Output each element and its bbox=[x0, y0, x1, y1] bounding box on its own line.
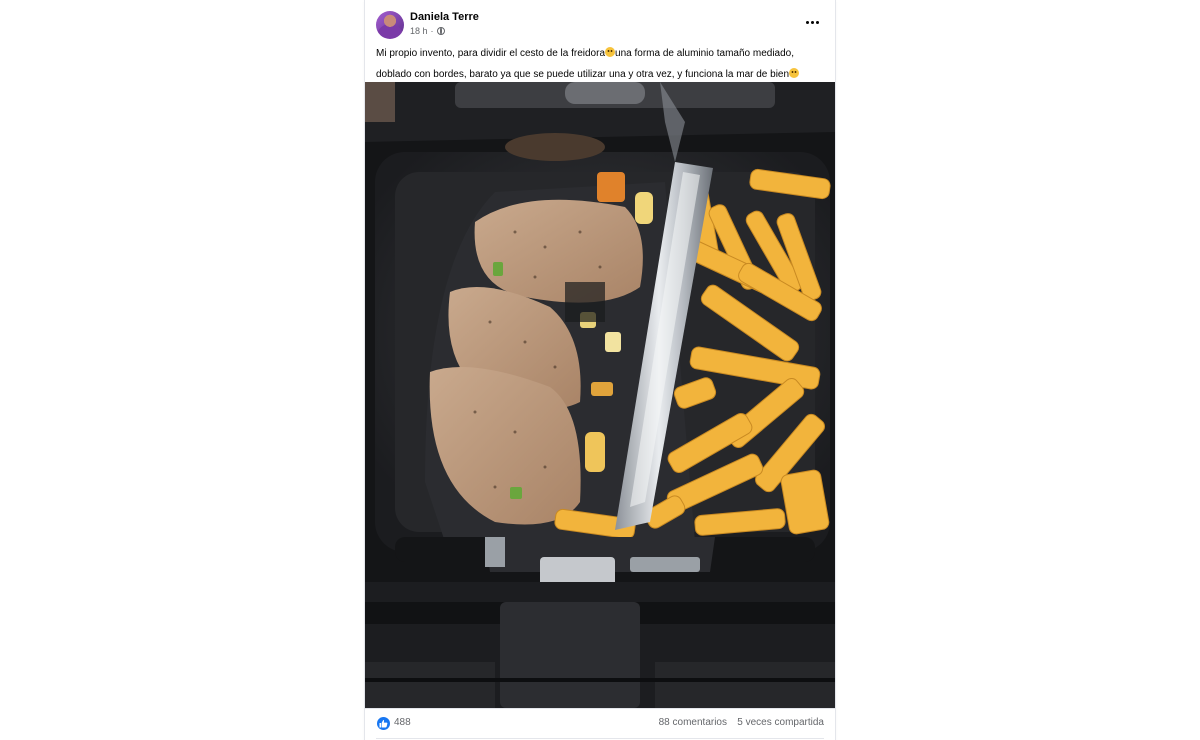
air-fryer-photo bbox=[365, 82, 835, 708]
grinning-sweat-emoji-icon bbox=[789, 68, 800, 78]
shares-count[interactable]: 5 veces compartida bbox=[737, 717, 824, 728]
grinning-sweat-emoji-icon bbox=[605, 47, 616, 57]
author-avatar[interactable] bbox=[376, 11, 404, 39]
post-footer: 488 88 comentarios 5 veces compartida bbox=[365, 708, 835, 740]
post-card: Daniela Terre 18 h · Mi propio invento, … bbox=[365, 0, 835, 740]
reaction-count[interactable]: 488 bbox=[394, 717, 411, 728]
comments-count[interactable]: 88 comentarios bbox=[659, 717, 727, 728]
post-photo[interactable] bbox=[365, 82, 835, 708]
thumbs-up-glyph bbox=[379, 719, 388, 728]
post-text-part1: Mi propio invento, para dividir el cesto… bbox=[376, 48, 606, 59]
divider bbox=[376, 738, 824, 739]
like-icon[interactable] bbox=[377, 717, 390, 730]
globe-icon bbox=[436, 27, 445, 35]
author-name[interactable]: Daniela Terre bbox=[410, 11, 479, 23]
more-horizontal-icon bbox=[805, 20, 809, 24]
post-text: Mi propio invento, para dividir el cesto… bbox=[376, 43, 826, 85]
post-time[interactable]: 18 h bbox=[410, 26, 428, 36]
post-meta: 18 h · bbox=[410, 26, 445, 36]
post-header: Daniela Terre 18 h · bbox=[365, 0, 835, 44]
more-options-button[interactable] bbox=[801, 12, 823, 32]
